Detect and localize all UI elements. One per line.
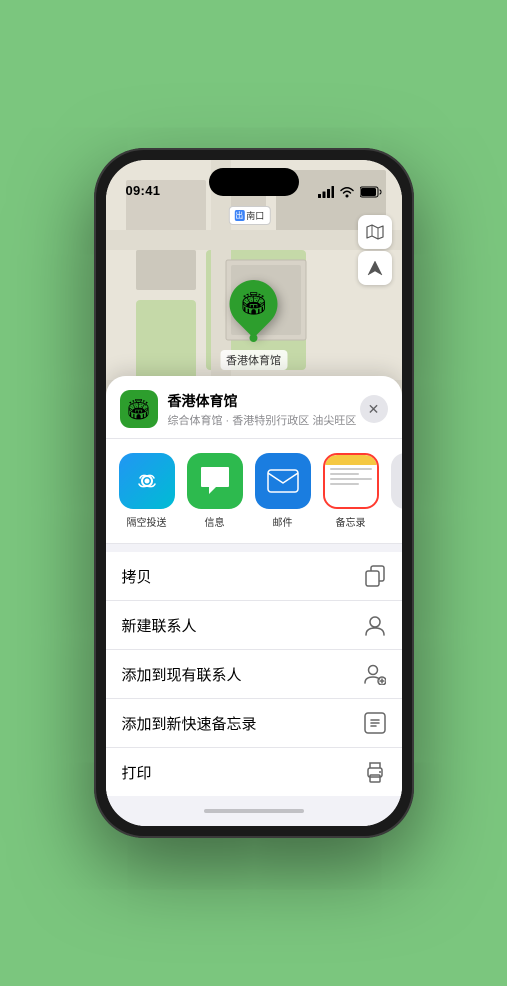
app-item-airdrop[interactable]: 隔空投送 [116,453,178,529]
location-button[interactable] [358,251,392,285]
pin-label: 香港体育馆 [220,350,287,370]
mail-icon [255,453,311,509]
signal-icon [318,186,334,198]
mail-label: 邮件 [273,514,293,529]
notes-top-bar [325,455,377,465]
notes-inner [325,455,377,507]
home-indicator [106,796,402,826]
phone-screen: 09:41 [106,160,402,826]
app-item-mail[interactable]: 邮件 [252,453,314,529]
venue-icon: 🏟 [120,390,158,428]
airdrop-symbol [132,466,162,496]
battery-icon [360,186,382,198]
notes-line-2 [330,473,359,475]
messages-icon [187,453,243,509]
new-contact-icon [364,614,386,636]
add-existing-icon [364,663,386,685]
venue-subtitle: 综合体育馆 · 香港特别行政区 油尖旺区 [168,412,360,428]
apps-row: 隔空投送 信息 [106,439,402,544]
pin-circle: 🏟 [220,270,288,338]
venue-info: 香港体育馆 综合体育馆 · 香港特别行政区 油尖旺区 [168,391,360,428]
pin-emoji: 🏟 [240,291,268,317]
copy-icon [364,565,386,587]
location-pin: 🏟 香港体育馆 [220,280,287,370]
app-item-messages[interactable]: 信息 [184,453,246,529]
airdrop-icon [119,453,175,509]
share-header: 🏟 香港体育馆 综合体育馆 · 香港特别行政区 油尖旺区 ✕ [106,376,402,439]
app-item-more[interactable]: 推 [388,453,402,529]
phone-frame: 09:41 [94,148,414,838]
location-arrow-icon [367,260,383,276]
share-sheet: 🏟 香港体育馆 综合体育馆 · 香港特别行政区 油尖旺区 ✕ [106,376,402,826]
add-notes-icon [364,712,386,734]
map-type-icon [366,223,384,241]
add-notes-label: 添加到新快速备忘录 [122,713,257,734]
action-list: 拷贝 新建联系人 添加到现有联系人 [106,552,402,796]
messages-symbol [199,466,231,496]
notes-label: 备忘录 [336,514,366,529]
map-label: 南口 [228,206,270,225]
airdrop-label: 隔空投送 [127,514,167,529]
notes-icon [323,453,379,509]
dynamic-island [209,168,299,196]
action-new-contact[interactable]: 新建联系人 [106,601,402,650]
app-item-notes[interactable]: 备忘录 [320,453,382,529]
pin-dot [250,334,258,342]
add-existing-label: 添加到现有联系人 [122,664,242,685]
action-add-existing[interactable]: 添加到现有联系人 [106,650,402,699]
venue-name: 香港体育馆 [168,391,360,411]
action-print[interactable]: 打印 [106,748,402,796]
wifi-icon [339,186,355,198]
notes-line-1 [330,468,372,470]
mail-symbol [267,469,299,493]
action-copy[interactable]: 拷贝 [106,552,402,601]
print-icon [364,761,386,783]
new-contact-label: 新建联系人 [122,615,197,636]
messages-label: 信息 [205,514,225,529]
status-icons [318,186,382,198]
print-label: 打印 [122,762,152,783]
notes-line-4 [330,483,359,485]
notes-line-3 [330,478,372,480]
copy-label: 拷贝 [122,566,152,587]
map-controls[interactable] [358,215,392,285]
more-icon [391,453,402,509]
home-bar [204,809,304,813]
status-time: 09:41 [126,183,161,198]
action-add-notes[interactable]: 添加到新快速备忘录 [106,699,402,748]
map-type-button[interactable] [358,215,392,249]
close-button[interactable]: ✕ [360,395,388,423]
